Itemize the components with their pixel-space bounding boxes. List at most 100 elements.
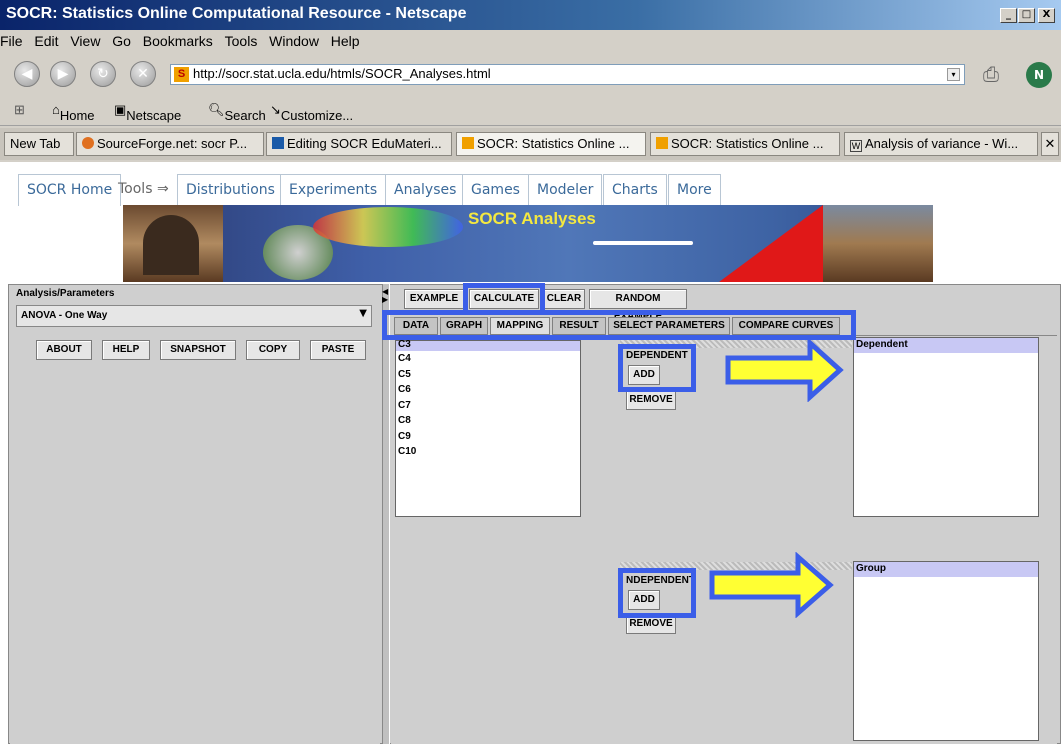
print-icon[interactable]: ⎙ xyxy=(983,62,1019,86)
list-item[interactable]: C3 xyxy=(396,340,580,351)
socr-icon xyxy=(656,137,668,149)
list-item[interactable]: C10 xyxy=(396,444,580,460)
socr-analyses-banner: SOCR Analyses xyxy=(123,205,933,282)
distribution-image xyxy=(313,207,463,247)
dependent-list[interactable]: Dependent xyxy=(853,337,1039,517)
menu-file[interactable]: File xyxy=(0,30,31,49)
sourceforge-icon xyxy=(82,137,94,149)
url-field[interactable]: S http://socr.stat.ucla.edu/htmls/SOCR_A… xyxy=(170,64,965,85)
tabs-highlight xyxy=(382,310,856,340)
nav-modeler[interactable]: Modeler xyxy=(528,174,603,206)
browser-tab-new[interactable]: New Tab xyxy=(4,132,74,156)
help-button[interactable]: HELP xyxy=(102,340,150,360)
tab-label: Editing SOCR EduMateri... xyxy=(287,136,442,151)
search-label: Search xyxy=(224,108,266,123)
netscape-label: Netscape xyxy=(126,108,182,123)
nav-analyses[interactable]: Analyses xyxy=(385,174,466,206)
independent-arrow-icon xyxy=(709,552,834,618)
random-example-button[interactable]: RANDOM EXAMPLE xyxy=(589,289,687,322)
url-text: http://socr.stat.ucla.edu/htmls/SOCR_Ana… xyxy=(193,66,491,81)
analysis-selected-value: ANOVA - One Way xyxy=(21,310,108,321)
banner-title: SOCR Analyses xyxy=(468,209,596,228)
nav-games[interactable]: Games xyxy=(462,174,529,206)
group-list[interactable]: Group xyxy=(853,561,1039,741)
browser-tab-socr-2[interactable]: SOCR: Statistics Online ... xyxy=(650,132,840,156)
list-item[interactable]: C6 xyxy=(396,382,580,398)
netscape-link[interactable]: ▣ Netscape xyxy=(114,102,181,123)
list-item[interactable]: C5 xyxy=(396,367,580,383)
chevron-down-icon: ▼ xyxy=(359,308,367,319)
clear-button[interactable]: CLEAR xyxy=(543,289,585,309)
list-item[interactable]: C7 xyxy=(396,398,580,414)
maximize-button[interactable]: □ xyxy=(1018,8,1035,23)
stop-icon[interactable]: ✕ xyxy=(130,61,156,87)
dependent-add-highlight xyxy=(618,344,696,392)
menu-view[interactable]: View xyxy=(70,30,108,49)
site-favicon-icon: S xyxy=(174,67,189,82)
netscape-logo-icon[interactable]: N xyxy=(1026,62,1052,88)
customize-link[interactable]: ↘ Customize... xyxy=(270,102,353,123)
about-button[interactable]: ABOUT xyxy=(36,340,92,360)
collapse-arrows-icon[interactable]: ◀ ▶ xyxy=(382,288,388,304)
red-shape xyxy=(719,205,823,282)
dependent-remove-button[interactable]: REMOVE xyxy=(626,390,676,410)
forward-icon[interactable]: ▶ xyxy=(50,61,76,87)
nav-distributions[interactable]: Distributions xyxy=(177,174,284,206)
tabs-icon[interactable]: ⊞ xyxy=(14,102,25,118)
window-titlebar: SOCR: Statistics Online Computational Re… xyxy=(0,0,1061,30)
paste-button[interactable]: PASTE xyxy=(310,340,366,360)
url-dropdown-icon[interactable]: ▾ xyxy=(947,68,960,81)
browser-tab-editing[interactable]: Editing SOCR EduMateri... xyxy=(266,132,452,156)
personal-toolbar: ⊞ ⌂ Home ▣ Netscape 🔍︎ Search ↘ Customiz… xyxy=(0,96,1061,126)
scatter-image xyxy=(593,241,693,245)
list-item[interactable]: C9 xyxy=(396,429,580,445)
hall-image xyxy=(823,205,933,282)
browser-tab-sourceforge[interactable]: SourceForge.net: socr P... xyxy=(76,132,264,156)
browser-tab-wikipedia[interactable]: W Analysis of variance - Wi... xyxy=(844,132,1038,156)
variable-list[interactable]: C3 C4 C5 C6 C7 C8 C9 C10 xyxy=(395,340,581,517)
close-button[interactable]: X xyxy=(1038,8,1055,23)
analysis-parameters-panel: Analysis/Parameters ANOVA - One Way ▼ AB… xyxy=(10,286,380,744)
dependent-arrow-icon xyxy=(725,338,844,402)
tab-label: SourceForge.net: socr P... xyxy=(97,136,248,151)
wikipedia-icon: W xyxy=(850,140,862,152)
menu-go[interactable]: Go xyxy=(112,30,139,49)
back-icon[interactable]: ◀ xyxy=(14,61,40,87)
group-list-header: Group xyxy=(854,562,1038,577)
menu-bookmarks[interactable]: Bookmarks xyxy=(143,30,221,49)
menu-bar: File Edit View Go Bookmarks Tools Window… xyxy=(0,30,1061,52)
menu-window[interactable]: Window xyxy=(269,30,327,49)
browser-tab-strip: New Tab SourceForge.net: socr P... Editi… xyxy=(0,128,1061,160)
minimize-button[interactable]: _ xyxy=(1000,8,1017,23)
split-pane-divider[interactable] xyxy=(382,284,390,744)
home-link[interactable]: ⌂ Home xyxy=(52,102,95,123)
tab-label: SOCR: Statistics Online ... xyxy=(477,136,630,151)
tab-label: New Tab xyxy=(10,136,61,151)
list-item[interactable]: C8 xyxy=(396,413,580,429)
reload-icon[interactable]: ↻ xyxy=(90,61,116,87)
nav-experiments[interactable]: Experiments xyxy=(280,174,387,206)
analysis-select[interactable]: ANOVA - One Way ▼ xyxy=(16,305,372,327)
snapshot-button[interactable]: SNAPSHOT xyxy=(160,340,236,360)
tab-label: SOCR: Statistics Online ... xyxy=(671,136,824,151)
tab-label: Analysis of variance - Wi... xyxy=(865,136,1019,151)
menu-help[interactable]: Help xyxy=(331,30,368,49)
navigation-toolbar: ◀ ▶ ↻ ✕ S http://socr.stat.ucla.edu/html… xyxy=(0,52,1061,96)
example-button[interactable]: EXAMPLE xyxy=(404,289,464,309)
socr-icon xyxy=(462,137,474,149)
close-tab-icon[interactable]: ✕ xyxy=(1041,132,1059,156)
copy-button[interactable]: COPY xyxy=(246,340,300,360)
nav-socr-home[interactable]: SOCR Home xyxy=(18,174,122,206)
window-title: SOCR: Statistics Online Computational Re… xyxy=(6,5,467,22)
nav-more[interactable]: More xyxy=(668,174,721,206)
dependent-list-header: Dependent xyxy=(854,338,1038,353)
menu-edit[interactable]: Edit xyxy=(34,30,66,49)
list-item[interactable]: C4 xyxy=(396,351,580,367)
browser-tab-socr-1[interactable]: SOCR: Statistics Online ... xyxy=(456,132,646,156)
home-label: Home xyxy=(59,108,95,123)
arch-image xyxy=(143,215,199,275)
nav-charts[interactable]: Charts xyxy=(603,174,667,206)
independent-add-highlight xyxy=(618,568,696,618)
menu-tools[interactable]: Tools xyxy=(225,30,266,49)
search-link[interactable]: 🔍︎ Search xyxy=(208,102,266,123)
